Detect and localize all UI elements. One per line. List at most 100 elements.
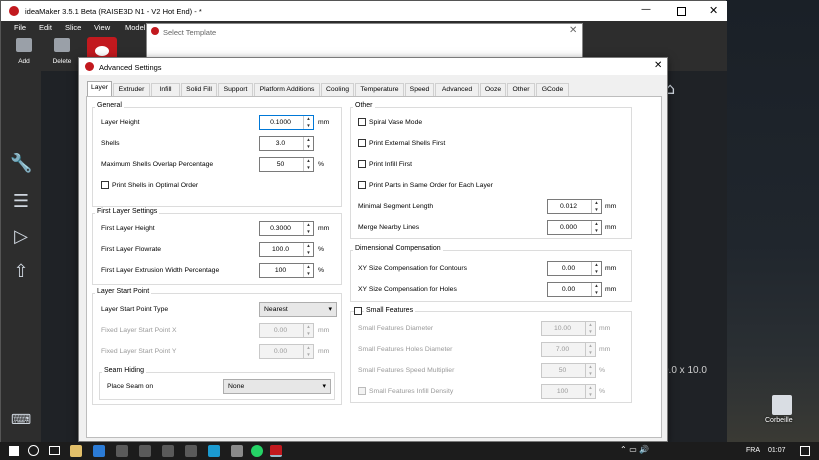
same-order-checkbox[interactable] <box>358 181 366 189</box>
upload-icon[interactable]: ⇧ <box>10 261 32 283</box>
minimize-button[interactable]: — <box>641 4 651 15</box>
ideamaker-taskbar-icon[interactable] <box>270 445 282 457</box>
contours-input[interactable]: 0.00 ▲ ▼ <box>547 261 602 276</box>
app-title: ideaMaker 3.5.1 Beta (RAISE3D N1 - V2 Ho… <box>25 7 202 16</box>
play-icon[interactable]: ▷ <box>10 226 32 248</box>
whatsapp-icon[interactable] <box>251 445 263 457</box>
list-icon[interactable]: ☰ <box>10 191 32 213</box>
max-overlap-spin-arrows[interactable]: ▲ ▼ <box>303 158 313 171</box>
tab-gcode[interactable]: GCode <box>536 83 569 96</box>
seam-select[interactable]: None ▾ <box>223 379 331 394</box>
recycle-bin-icon[interactable] <box>772 395 792 415</box>
min-segment-spin-arrows[interactable]: ▲ ▼ <box>591 200 601 213</box>
windows-start-icon[interactable] <box>9 446 19 456</box>
notifications-icon[interactable] <box>800 446 810 456</box>
spiral-vase-checkbox[interactable] <box>358 118 366 126</box>
infill-first-checkbox[interactable] <box>358 160 366 168</box>
small-infill-spin-arrows[interactable]: ▲ ▼ <box>585 385 595 398</box>
contours-unit: mm <box>605 265 617 272</box>
edge-icon[interactable] <box>93 445 105 457</box>
min-segment-input[interactable]: 0.012 ▲ ▼ <box>547 199 602 214</box>
first-layer-width-spin-arrows[interactable]: ▲ ▼ <box>303 264 313 277</box>
start-point-type-select[interactable]: Nearest ▾ <box>259 302 337 317</box>
language-indicator[interactable]: FRA <box>746 447 760 454</box>
maximize-button[interactable] <box>677 7 686 16</box>
first-layer-flowrate-input[interactable]: 100.0 ▲ ▼ <box>259 242 314 257</box>
small-infill-checkbox[interactable] <box>358 387 366 395</box>
tab-temperature[interactable]: Temperature <box>355 83 404 96</box>
shells-input[interactable]: 3.0 ▲ ▼ <box>259 136 314 151</box>
fixed-x-input[interactable]: 0.00 ▲ ▼ <box>259 323 314 338</box>
fixed-y-spin-arrows[interactable]: ▲ ▼ <box>303 345 313 358</box>
small-holes-diameter-input[interactable]: 7.00 ▲ ▼ <box>541 342 596 357</box>
app-icon-2[interactable] <box>185 445 197 457</box>
tab-support[interactable]: Support <box>218 83 253 96</box>
optimal-order-checkbox[interactable] <box>101 181 109 189</box>
photos-icon[interactable] <box>231 445 243 457</box>
tab-solid-fill[interactable]: Solid Fill <box>181 83 217 96</box>
tab-infill[interactable]: Infill <box>151 83 180 96</box>
small-infill-input[interactable]: 100 ▲ ▼ <box>541 384 596 399</box>
mail-icon[interactable] <box>139 445 151 457</box>
small-diameter-spin-arrows[interactable]: ▲ ▼ <box>585 322 595 335</box>
menu-model[interactable]: Model <box>125 23 145 32</box>
left-sidebar: 🔧 ☰ ▷ ⇧ ⌨ <box>1 71 41 443</box>
template-logo-icon <box>151 27 159 35</box>
store-icon[interactable] <box>116 445 128 457</box>
shells-spin-arrows[interactable]: ▲ ▼ <box>303 137 313 150</box>
tab-speed[interactable]: Speed <box>405 83 434 96</box>
optimal-order-label: Print Shells in Optimal Order <box>112 182 199 189</box>
small-diameter-input[interactable]: 10.00 ▲ ▼ <box>541 321 596 336</box>
app-icon-1[interactable] <box>162 445 174 457</box>
fixed-y-input[interactable]: 0.00 ▲ ▼ <box>259 344 314 359</box>
skype-icon[interactable] <box>208 445 220 457</box>
wrench-icon[interactable]: 🔧 <box>10 153 32 175</box>
delete-button[interactable]: Delete <box>48 38 76 65</box>
tab-advanced[interactable]: Advanced <box>435 83 479 96</box>
keyboard-icon[interactable]: ⌨ <box>10 409 32 431</box>
tab-ooze[interactable]: Ooze <box>480 83 506 96</box>
start-point-type-label: Layer Start Point Type <box>101 306 169 313</box>
external-first-checkbox[interactable] <box>358 139 366 147</box>
contours-spin-arrows[interactable]: ▲ ▼ <box>591 262 601 275</box>
first-layer-flowrate-spin-arrows[interactable]: ▲ ▼ <box>303 243 313 256</box>
clock[interactable]: 01:07 <box>768 447 786 454</box>
menu-file[interactable]: File <box>14 23 26 32</box>
layer-height-spin-arrows[interactable]: ▲ ▼ <box>303 116 313 129</box>
menu-view[interactable]: View <box>94 23 110 32</box>
close-app-button[interactable]: ✕ <box>709 4 718 17</box>
first-layer-height-input[interactable]: 0.3000 ▲ ▼ <box>259 221 314 236</box>
small-holes-diameter-spin-arrows[interactable]: ▲ ▼ <box>585 343 595 356</box>
tab-extruder[interactable]: Extruder <box>113 83 150 96</box>
tray-icons[interactable]: ⌃ ▭ 🔊 <box>620 445 680 457</box>
search-icon[interactable] <box>28 445 39 456</box>
tab-platform-additions[interactable]: Platform Additions <box>254 83 320 96</box>
max-overlap-input[interactable]: 50 ▲ ▼ <box>259 157 314 172</box>
merge-lines-spin-arrows[interactable]: ▲ ▼ <box>591 221 601 234</box>
menu-slice[interactable]: Slice <box>65 23 81 32</box>
first-layer-flowrate-unit: % <box>318 246 325 253</box>
dialog-close-button[interactable]: ✕ <box>654 60 662 71</box>
file-explorer-icon[interactable] <box>70 445 82 457</box>
holes-spin-arrows[interactable]: ▲ ▼ <box>591 283 601 296</box>
first-layer-height-label: First Layer Height <box>101 225 155 232</box>
small-speed-spin-arrows[interactable]: ▲ ▼ <box>585 364 595 377</box>
layer-height-input[interactable]: 0.1000 ▲ ▼ <box>259 115 314 130</box>
tab-cooling[interactable]: Cooling <box>321 83 354 96</box>
merge-lines-input[interactable]: 0.000 ▲ ▼ <box>547 220 602 235</box>
holes-unit: mm <box>605 286 617 293</box>
tab-other[interactable]: Other <box>507 83 535 96</box>
template-dialog-title: Select Template <box>163 28 217 37</box>
add-button[interactable]: Add <box>10 38 38 65</box>
first-layer-width-input[interactable]: 100 ▲ ▼ <box>259 263 314 278</box>
holes-input[interactable]: 0.00 ▲ ▼ <box>547 282 602 297</box>
small-features-checkbox[interactable] <box>354 307 362 315</box>
small-speed-input[interactable]: 50 ▲ ▼ <box>541 363 596 378</box>
task-view-icon[interactable] <box>49 446 60 455</box>
first-layer-height-spin-arrows[interactable]: ▲ ▼ <box>303 222 313 235</box>
template-close-button[interactable]: ✕ <box>569 25 577 36</box>
menu-edit[interactable]: Edit <box>39 23 52 32</box>
fixed-x-spin-arrows[interactable]: ▲ ▼ <box>303 324 313 337</box>
recycle-bin-label: Corbeille <box>765 417 793 424</box>
tab-layer[interactable]: Layer <box>87 81 112 96</box>
